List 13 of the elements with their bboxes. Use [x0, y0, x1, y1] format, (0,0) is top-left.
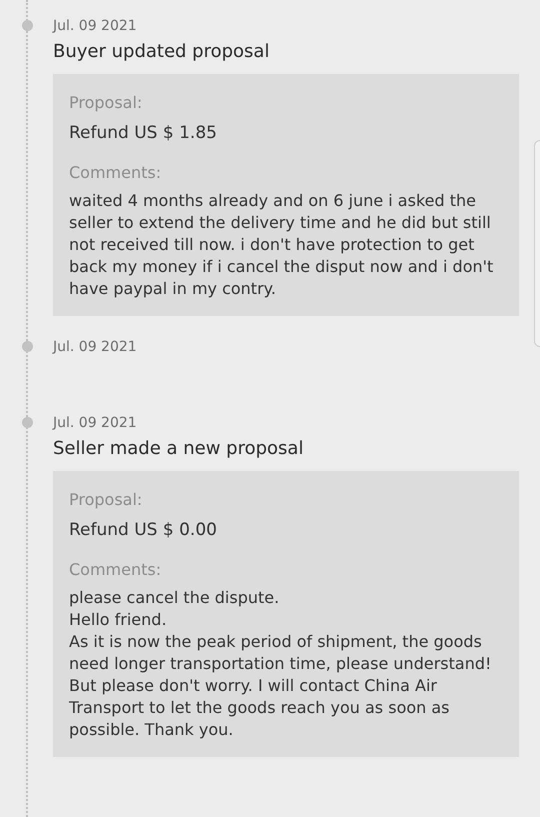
event-title: Seller made a new proposal [53, 437, 304, 461]
comment-text: please cancel the dispute. Hello friend. As it is now the peak period of shipment, the goods need longer transportation time, please understand! But please don't worry. I will contact China Air Transport to let the goods reach you as soon as possible. Thank you. [69, 587, 492, 741]
proposal-label: Proposal: [69, 92, 144, 114]
proposal-amount: Refund US $ 0.00 [69, 519, 218, 541]
event-date: Jul. 09 2021 [53, 17, 138, 35]
proposal-amount: Refund US $ 1.85 [69, 122, 218, 144]
event-date: Jul. 09 2021 [53, 338, 138, 356]
proposal-label: Proposal: [69, 489, 144, 511]
comments-label: Comments: [69, 162, 162, 184]
event-title: Buyer updated proposal [53, 40, 270, 64]
comment-text: waited 4 months already and on 6 june i asked the seller to extend the delivery time and he did but still not received till now. i don't have protection to get back my money if i cancel the disput now and i don't have paypal in my contry. [69, 190, 494, 300]
comments-label: Comments: [69, 559, 162, 581]
event-date: Jul. 09 2021 [53, 414, 138, 432]
